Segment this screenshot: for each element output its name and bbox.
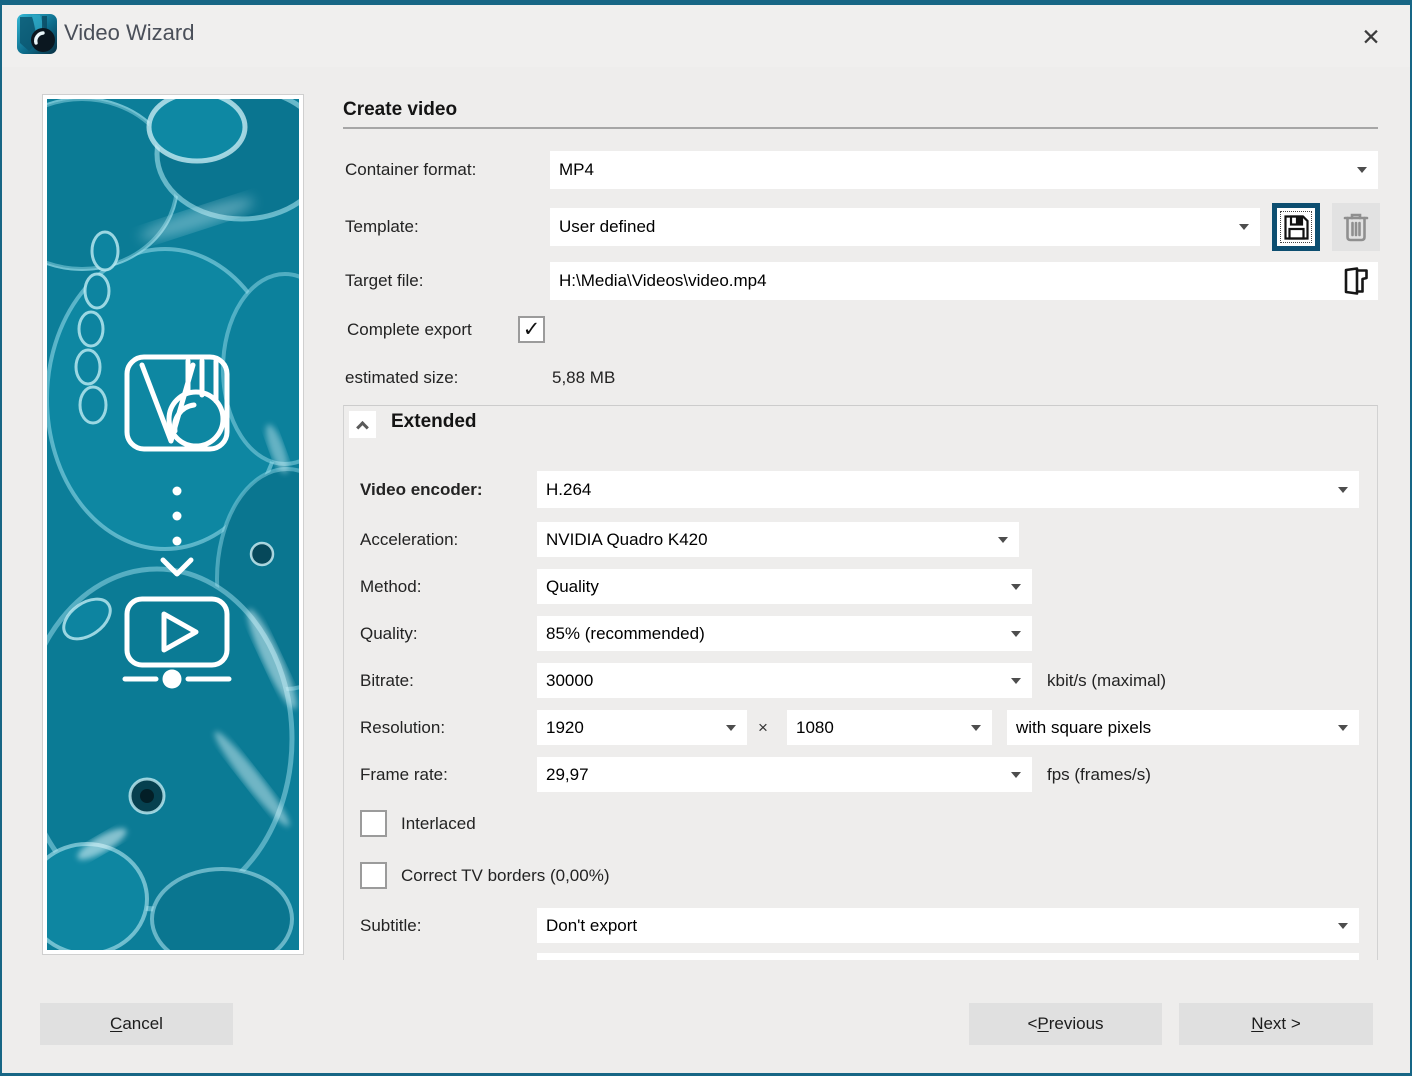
check-icon: ✓ [523, 317, 541, 342]
complete-export-label: Complete export [347, 311, 472, 349]
correct-tv-borders-label: Correct TV borders (0,00%) [401, 859, 609, 892]
acceleration-select[interactable]: NVIDIA Quadro K420 [537, 522, 1019, 557]
trash-icon [1342, 212, 1370, 242]
estimated-size-value: 5,88 MB [552, 359, 615, 397]
subtitle-select[interactable]: Don't export [537, 908, 1359, 943]
resolution-width-select[interactable]: 1920 [537, 710, 747, 745]
method-label: Method: [360, 569, 421, 604]
frame-rate-unit: fps (frames/s) [1047, 757, 1151, 792]
wizard-illustration [42, 94, 304, 955]
template-select[interactable]: User defined [550, 208, 1260, 246]
app-logo-icon [16, 13, 58, 55]
chevron-down-icon [971, 725, 981, 731]
pixel-mode-select[interactable]: with square pixels [1007, 710, 1359, 745]
correct-tv-borders-checkbox[interactable] [360, 862, 387, 889]
chevron-down-icon [1011, 584, 1021, 590]
collapse-extended-button[interactable] [349, 411, 376, 438]
resolution-separator: × [758, 710, 768, 745]
save-icon [1283, 214, 1310, 241]
title-bar: Video Wizard ✕ [2, 5, 1410, 67]
acceleration-label: Acceleration: [360, 522, 458, 557]
video-encoder-label: Video encoder: [360, 471, 483, 508]
resolution-label: Resolution: [360, 710, 445, 745]
chevron-down-icon [1338, 487, 1348, 493]
estimated-size-label: estimated size: [345, 359, 458, 397]
chevron-down-icon [1239, 224, 1249, 230]
chevron-down-icon [1357, 167, 1367, 173]
heading-divider [343, 127, 1378, 129]
subtitle-label: Subtitle: [360, 908, 421, 943]
chevron-down-icon [1338, 725, 1348, 731]
bitrate-select[interactable]: 30000 [537, 663, 1032, 698]
open-folder-icon [1343, 266, 1369, 296]
previous-button[interactable]: < Previous [969, 1003, 1162, 1045]
template-label: Template: [345, 208, 419, 246]
chevron-down-icon [726, 725, 736, 731]
video-wizard-dialog: Video Wizard ✕ [0, 0, 1412, 1076]
bitrate-unit: kbit/s (maximal) [1047, 663, 1166, 698]
target-file-input[interactable]: H:\Media\Videos\video.mp4 [550, 262, 1378, 300]
chevron-down-icon [998, 537, 1008, 543]
interlaced-label: Interlaced [401, 807, 476, 840]
clipped-next-field [537, 953, 1359, 960]
chevron-down-icon [1011, 631, 1021, 637]
method-select[interactable]: Quality [537, 569, 1032, 604]
browse-file-button[interactable] [1339, 265, 1373, 297]
quality-label: Quality: [360, 616, 418, 651]
cancel-button[interactable]: Cancel [40, 1003, 233, 1045]
resolution-height-select[interactable]: 1080 [787, 710, 992, 745]
complete-export-checkbox[interactable]: ✓ [518, 316, 545, 343]
interlaced-checkbox[interactable] [360, 810, 387, 837]
delete-template-button[interactable] [1332, 203, 1380, 251]
close-icon[interactable]: ✕ [1350, 17, 1392, 57]
chevron-up-icon [356, 421, 369, 434]
window-title: Video Wizard [64, 20, 194, 46]
chevron-down-icon [1011, 772, 1021, 778]
frame-rate-label: Frame rate: [360, 757, 448, 792]
frame-rate-select[interactable]: 29,97 [537, 757, 1032, 792]
chevron-down-icon [1011, 678, 1021, 684]
section-heading: Create video [343, 99, 457, 121]
video-encoder-select[interactable]: H.264 [537, 471, 1359, 508]
save-template-button[interactable] [1272, 203, 1320, 251]
bitrate-label: Bitrate: [360, 663, 414, 698]
container-format-label: Container format: [345, 151, 476, 189]
quality-select[interactable]: 85% (recommended) [537, 616, 1032, 651]
chevron-down-icon [1338, 923, 1348, 929]
extended-heading: Extended [391, 411, 477, 433]
container-format-select[interactable]: MP4 [550, 151, 1378, 189]
target-file-label: Target file: [345, 262, 423, 300]
next-button[interactable]: Next > [1179, 1003, 1373, 1045]
